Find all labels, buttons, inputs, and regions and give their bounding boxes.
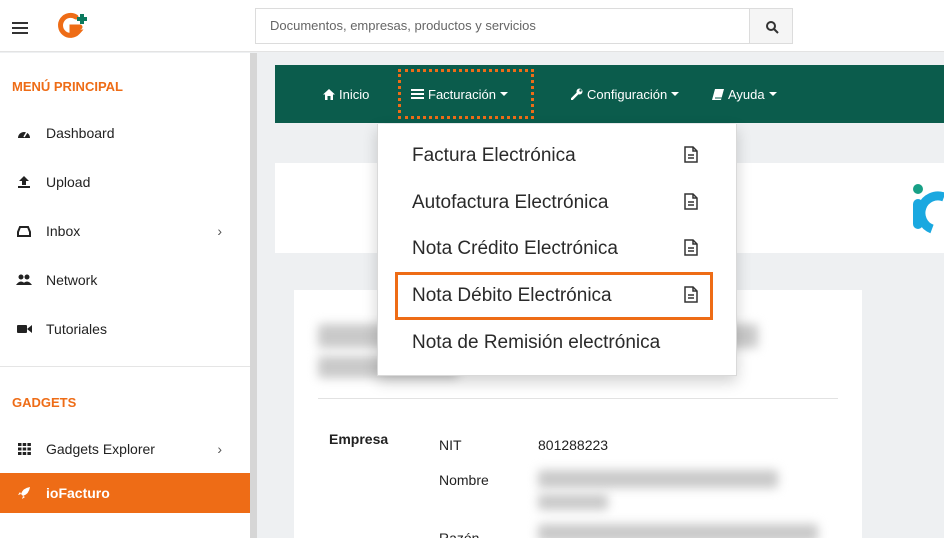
search-icon [766, 21, 779, 34]
wrench-icon [571, 88, 583, 100]
iofacturo-logo-icon [913, 184, 944, 234]
facturacion-highlight [398, 69, 534, 119]
app-logo-icon[interactable] [56, 12, 90, 40]
caret-down-icon [671, 92, 680, 96]
sidebar-item-label: Tutoriales [46, 321, 107, 337]
sidebar-item-iofacturo[interactable]: ioFacturo [0, 473, 250, 513]
dropdown-item-factura[interactable]: Factura Electrónica [378, 133, 738, 179]
nav-item-inicio[interactable]: Inicio [323, 65, 369, 123]
empresa-label: Empresa [329, 431, 389, 447]
nota-debito-highlight [395, 272, 713, 320]
blurred-nombre-line2 [538, 494, 608, 510]
sidebar-item-label: Upload [46, 174, 91, 190]
dropdown-item-label: Autofactura Electrónica [412, 192, 609, 213]
nit-label: NIT [439, 437, 462, 453]
sidebar-resize-handle[interactable] [250, 53, 257, 538]
dropdown-item-nota-remision[interactable]: Nota de Remisión electrónica [378, 320, 738, 366]
card-separator [318, 398, 838, 399]
hamburger-menu-icon[interactable] [12, 22, 28, 34]
dropdown-item-autofactura[interactable]: Autofactura Electrónica [378, 180, 738, 226]
main-menu-title: MENÚ PRINCIPAL [12, 79, 123, 94]
facturacion-dropdown: Factura Electrónica Autofactura Electrón… [377, 124, 737, 376]
dropdown-item-label: Nota Crédito Electrónica [412, 238, 618, 259]
document-icon [684, 146, 698, 163]
upload-icon [14, 175, 34, 189]
sidebar-divider [0, 366, 250, 367]
sidebar-item-tutoriales[interactable]: Tutoriales [0, 309, 250, 349]
dropdown-item-nota-credito[interactable]: Nota Crédito Electrónica [378, 226, 738, 272]
users-icon [14, 274, 34, 286]
sidebar: MENÚ PRINCIPAL Dashboard Upload Inbox › … [0, 53, 250, 538]
video-icon [14, 324, 34, 334]
sidebar-item-label: Dashboard [46, 125, 115, 141]
dropdown-item-label: Factura Electrónica [412, 145, 576, 166]
nav-item-label: Ayuda [728, 86, 765, 102]
search-input[interactable]: Documentos, empresas, productos y servic… [255, 8, 750, 44]
nav-item-label: Configuración [587, 86, 668, 102]
chevron-right-icon: › [217, 441, 222, 457]
caret-down-icon [768, 92, 777, 96]
inbox-icon [14, 225, 34, 237]
gadget-navbar: Inicio Facturación Configuración Ayuda [275, 65, 944, 123]
chevron-right-icon: › [217, 223, 222, 239]
sidebar-item-label: Gadgets Explorer [46, 441, 155, 457]
top-bar: Documentos, empresas, productos y servic… [0, 0, 944, 52]
rocket-icon [14, 486, 34, 500]
sidebar-item-upload[interactable]: Upload [0, 162, 250, 202]
document-icon [684, 193, 698, 210]
nav-item-label: Inicio [339, 86, 370, 102]
nav-item-ayuda[interactable]: Ayuda [712, 65, 777, 123]
gadgets-title: GADGETS [12, 395, 77, 410]
blurred-razon [538, 524, 818, 538]
grid-icon [14, 443, 34, 455]
razon-label: Razón [439, 530, 480, 538]
sidebar-item-label: ioFacturo [46, 485, 110, 501]
dashboard-icon [14, 127, 34, 139]
sidebar-item-gadgets-explorer[interactable]: Gadgets Explorer › [0, 429, 250, 469]
sidebar-item-dashboard[interactable]: Dashboard [0, 113, 250, 153]
nit-value: 801288223 [538, 437, 609, 453]
home-icon [323, 88, 335, 100]
dropdown-item-label: Nota de Remisión electrónica [412, 332, 661, 353]
nav-item-configuracion[interactable]: Configuración [571, 65, 680, 123]
sidebar-item-inbox[interactable]: Inbox › [0, 211, 250, 251]
book-icon [712, 88, 724, 100]
sidebar-item-network[interactable]: Network [0, 260, 250, 300]
document-icon [684, 239, 698, 256]
blurred-nombre [538, 470, 778, 488]
sidebar-item-label: Inbox [46, 223, 81, 239]
search-button[interactable] [749, 8, 793, 44]
nombre-label: Nombre [439, 472, 489, 488]
sidebar-item-label: Network [46, 272, 98, 288]
